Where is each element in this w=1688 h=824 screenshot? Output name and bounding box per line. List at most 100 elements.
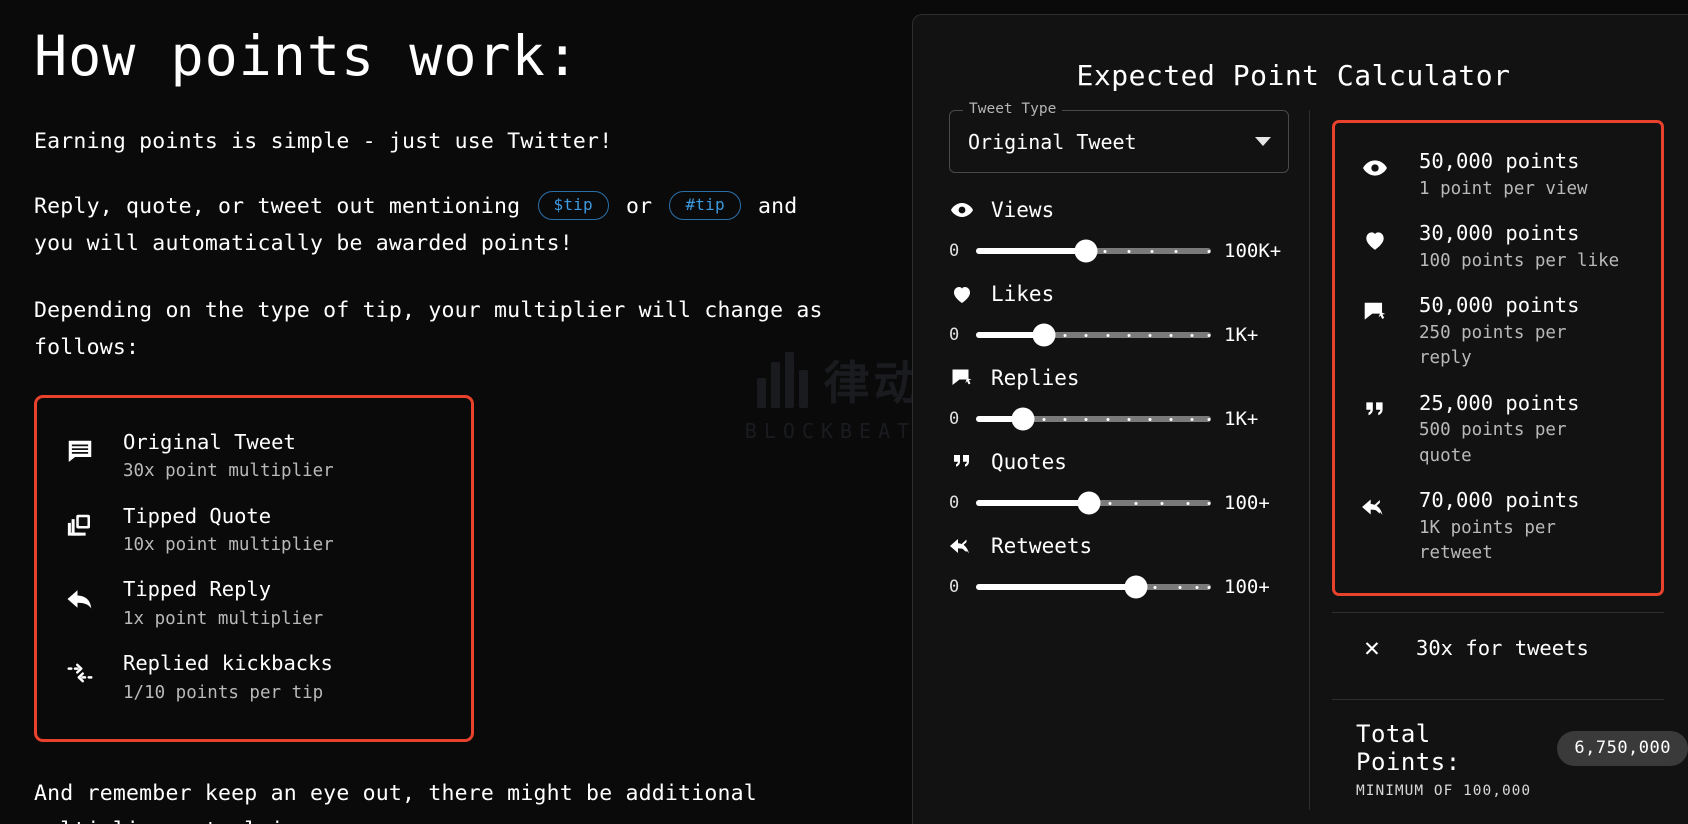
hash-tip-chip[interactable]: #tip: [669, 190, 741, 220]
quote-icon: [949, 450, 975, 474]
total-points-badge: 6,750,000: [1557, 730, 1688, 766]
page-title: How points work:: [34, 24, 580, 88]
multiplier-intro-paragraph: Depending on the type of tip, your multi…: [34, 297, 823, 360]
points-value: 25,000 points: [1419, 390, 1580, 415]
slider-label: Quotes: [991, 450, 1067, 474]
slider-max: 1K+: [1224, 408, 1259, 430]
slider-label: Likes: [991, 282, 1055, 306]
slider-track-line: 0 100K+: [949, 230, 1303, 272]
slider-row-likes: Likes 0 1K+: [949, 279, 1303, 356]
row-text: 50,000 points 250 points per reply: [1419, 292, 1629, 371]
calculator-title: Expected Point Calculator: [1076, 59, 1511, 92]
slider-replies[interactable]: [976, 407, 1211, 431]
list-item-text: Tipped Quote 10x point multiplier: [123, 503, 334, 559]
sliders-column: Tweet Type Original Tweet Views 0 100K+ …: [913, 101, 1303, 810]
slider-thumb[interactable]: [1124, 575, 1148, 599]
table-row: 50,000 points 250 points per reply: [1335, 283, 1661, 380]
slider-row-quotes: Quotes 0 100+: [949, 447, 1303, 524]
slider-max: 100+: [1224, 492, 1270, 514]
slider-track-line: 0 1K+: [949, 398, 1303, 440]
points-breakdown-list: 50,000 points 1 point per view 30,000 po…: [1332, 120, 1664, 597]
multiplier-subtitle: 30x point multiplier: [123, 461, 334, 482]
multiplier-title: Tipped Quote: [123, 503, 272, 528]
slider-track-line: 0 100+: [949, 566, 1303, 608]
slider-thumb[interactable]: [1032, 323, 1056, 347]
multiplier-title: Original Tweet: [123, 429, 296, 454]
slider-header: Retweets: [949, 531, 1303, 561]
slider-header: Quotes: [949, 447, 1303, 477]
row-text: 30,000 points 100 points per like: [1419, 220, 1619, 274]
multiplier-subtitle: 1x point multiplier: [123, 609, 324, 630]
slider-track-line: 0 1K+: [949, 314, 1303, 356]
slider-thumb[interactable]: [1077, 491, 1101, 515]
list-item-text: Original Tweet 30x point multiplier: [123, 429, 334, 485]
mention-text-before: Reply, quote, or tweet out mentioning: [34, 193, 521, 219]
points-rate: 100 points per like: [1419, 250, 1620, 271]
points-rate: 1 point per view: [1419, 178, 1588, 199]
minimum-points-note: MINIMUM OF 100,000: [1356, 783, 1532, 800]
results-column: 50,000 points 1 point per view 30,000 po…: [1309, 110, 1688, 810]
slider-min: 0: [949, 241, 960, 261]
slider-max: 100K+: [1224, 240, 1282, 262]
slider-likes[interactable]: [976, 323, 1211, 347]
slider-views[interactable]: [976, 239, 1211, 263]
watermark-en: BLOCKBEATS: [744, 419, 936, 443]
table-row: 30,000 points 100 points per like: [1335, 211, 1661, 283]
retweet-icon: [949, 534, 975, 558]
quote-icon: [1359, 397, 1391, 423]
list-item: Original Tweet 30x point multiplier: [37, 420, 471, 494]
mention-paragraph: Reply, quote, or tweet out mentioning $t…: [34, 189, 844, 263]
points-rate: 250 points per reply: [1419, 322, 1567, 369]
total-points-section: Total Points: 6,750,000 MINIMUM OF 100,0…: [1332, 700, 1688, 799]
row-text: 25,000 points 500 points per quote: [1419, 390, 1629, 469]
tweet-type-select[interactable]: Tweet Type Original Tweet: [949, 101, 1289, 173]
points-value: 50,000 points: [1419, 293, 1580, 318]
slider-label: Retweets: [991, 534, 1093, 558]
list-item-text: Replied kickbacks 1/10 points per tip: [123, 650, 333, 706]
multiplier-summary-text: 30x for tweets: [1416, 636, 1589, 661]
intro-paragraph: Earning points is simple - just use Twit…: [34, 128, 613, 154]
chevron-down-icon[interactable]: [1255, 137, 1271, 146]
multiplier-subtitle: 1/10 points per tip: [123, 683, 324, 704]
points-rate: 500 points per quote: [1419, 420, 1567, 466]
slider-header: Replies: [949, 363, 1303, 393]
list-item: Replied kickbacks 1/10 points per tip: [37, 641, 471, 715]
slider-header: Views: [949, 195, 1303, 225]
points-value: 50,000 points: [1419, 149, 1580, 173]
calculator-body: Tweet Type Original Tweet Views 0 100K+ …: [913, 101, 1688, 810]
slider-retweets[interactable]: [976, 575, 1211, 599]
heart-icon: [1359, 227, 1391, 253]
total-points-label: Total Points:: [1356, 720, 1461, 777]
tweet-type-value[interactable]: Original Tweet: [949, 110, 1289, 173]
dollar-tip-chip[interactable]: $tip: [537, 190, 609, 220]
slider-quotes[interactable]: [976, 491, 1211, 515]
exchange-arrows-icon: [63, 656, 97, 690]
slider-min: 0: [949, 577, 960, 597]
tweet-type-label: Tweet Type: [963, 101, 1063, 117]
info-column: How points work: Earning points is simpl…: [0, 0, 928, 824]
list-item: Tipped Reply 1x point multiplier: [37, 567, 471, 641]
reply-arrow-icon: [63, 582, 97, 616]
slider-thumb[interactable]: [1011, 407, 1035, 431]
points-value: 30,000 points: [1419, 221, 1580, 246]
row-text: 50,000 points 1 point per view: [1419, 148, 1588, 202]
heart-icon: [949, 282, 975, 306]
multiplier-subtitle: 10x point multiplier: [123, 535, 334, 556]
slider-row-replies: Replies 0 1K+: [949, 363, 1303, 440]
reply-box-icon: [949, 366, 975, 390]
reply-box-icon: [1359, 299, 1391, 325]
slider-max: 1K+: [1224, 324, 1259, 346]
multiplier-list: Original Tweet 30x point multiplier Tipp…: [34, 394, 474, 743]
slider-thumb[interactable]: [1074, 239, 1098, 263]
closing-paragraph: And remember keep an eye out, there migh…: [34, 781, 757, 824]
slider-header: Likes: [949, 279, 1303, 309]
multiply-icon: ✕: [1364, 633, 1380, 664]
slider-row-retweets: Retweets 0 100+: [949, 531, 1303, 608]
slider-label: Replies: [991, 366, 1080, 390]
row-text: 70,000 points 1K points per retweet: [1419, 487, 1629, 566]
multiplier-title: Replied kickbacks: [123, 651, 333, 676]
points-value: 70,000 points: [1419, 487, 1580, 512]
eye-icon: [949, 198, 975, 222]
list-item: Tipped Quote 10x point multiplier: [37, 494, 471, 568]
total-points-row: Total Points: 6,750,000: [1356, 720, 1688, 776]
